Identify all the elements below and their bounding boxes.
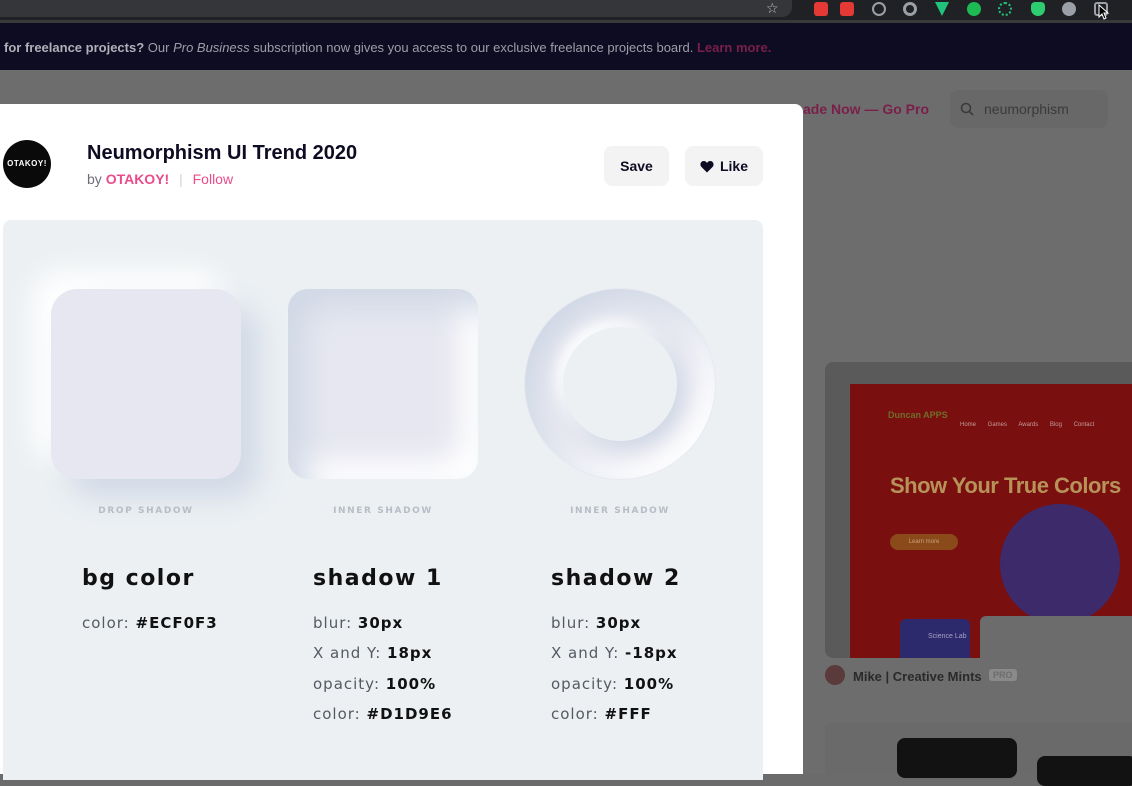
search-input[interactable]: neumorphism <box>950 90 1108 128</box>
shot-cta: Learn more <box>890 534 958 550</box>
property-line: X and Y: -18px <box>551 644 678 662</box>
property-line: blur: 30px <box>313 614 404 632</box>
author-name[interactable]: Mike | Creative Mints <box>853 669 982 684</box>
evernote-icon[interactable] <box>1031 2 1045 16</box>
separator: | <box>179 171 183 187</box>
shot-thumbnail <box>897 738 1017 778</box>
page-title: Neumorphism UI Trend 2020 <box>87 142 358 164</box>
caption: INNER SHADOW <box>570 506 670 516</box>
extension-icon[interactable] <box>1062 2 1076 16</box>
follow-link[interactable]: Follow <box>193 171 233 187</box>
shot-nav: Home Games Awards Blog Contact <box>960 422 1095 428</box>
author-link[interactable]: OTAKOY! <box>106 171 170 187</box>
shot-illustration <box>1000 504 1120 624</box>
shot-panel <box>980 616 1132 658</box>
vue-devtools-icon[interactable] <box>935 2 949 16</box>
ring-hole <box>563 327 677 441</box>
banner-text: for freelance projects? Our Pro Business… <box>4 40 772 55</box>
caption: DROP SHADOW <box>98 506 194 516</box>
address-bar[interactable] <box>0 0 792 17</box>
extension-icon[interactable] <box>903 2 917 16</box>
extension-icon[interactable] <box>840 2 854 16</box>
extension-icon[interactable] <box>998 2 1012 16</box>
byline: by OTAKOY! | Follow <box>87 171 233 187</box>
learn-more-link[interactable]: Learn more. <box>697 40 771 55</box>
react-devtools-icon[interactable] <box>872 2 886 16</box>
heart-icon <box>700 160 714 172</box>
pro-badge: PRO <box>989 669 1017 681</box>
like-button[interactable]: Like <box>685 146 763 186</box>
grammarly-icon[interactable] <box>967 2 981 16</box>
shot-headline: Show Your True Colors <box>890 473 1121 498</box>
mouse-cursor-icon <box>1098 4 1110 20</box>
save-button[interactable]: Save <box>604 146 669 186</box>
go-pro-link[interactable]: ade Now — Go Pro <box>803 101 929 117</box>
shot-image: DROP SHADOW INNER SHADOW INNER SHADOW bg… <box>3 220 763 780</box>
inner-shadow-tile <box>288 289 478 479</box>
background-shot-card[interactable] <box>825 722 1132 786</box>
by-label: by <box>87 171 102 187</box>
property-line: color: #ECF0F3 <box>82 614 218 632</box>
inner-shadow-ring <box>525 289 715 479</box>
search-icon <box>960 102 974 116</box>
shot-thumbnail: Duncan APPS Home Games Awards Blog Conta… <box>850 384 1132 658</box>
property-line: color: #FFF <box>551 705 652 723</box>
announcement-banner: for freelance projects? Our Pro Business… <box>0 20 1132 70</box>
shot-modal: OTAKOY! Neumorphism UI Trend 2020 by OTA… <box>0 104 803 780</box>
property-line: blur: 30px <box>551 614 642 632</box>
avatar[interactable]: OTAKOY! <box>3 140 51 188</box>
background-shot-card[interactable]: Duncan APPS Home Games Awards Blog Conta… <box>825 362 1132 658</box>
drop-shadow-tile <box>51 289 241 479</box>
column-heading: shadow 1 <box>313 566 443 591</box>
column-heading: shadow 2 <box>551 566 681 591</box>
column-heading: bg color <box>82 566 195 591</box>
bookmark-star-icon[interactable]: ☆ <box>766 0 779 18</box>
shot-panel-science: Science Lab <box>900 619 970 658</box>
property-line: opacity: 100% <box>313 675 437 693</box>
property-line: color: #D1D9E6 <box>313 705 453 723</box>
property-line: opacity: 100% <box>551 675 675 693</box>
shot-thumbnail <box>1037 756 1132 786</box>
avatar[interactable] <box>825 665 845 685</box>
search-value: neumorphism <box>984 101 1069 117</box>
shot-logo: Duncan APPS <box>888 410 948 420</box>
caption: INNER SHADOW <box>333 506 433 516</box>
browser-toolbar: ☆ <box>0 0 1132 20</box>
property-line: X and Y: 18px <box>313 644 433 662</box>
extension-icon[interactable] <box>814 2 828 16</box>
